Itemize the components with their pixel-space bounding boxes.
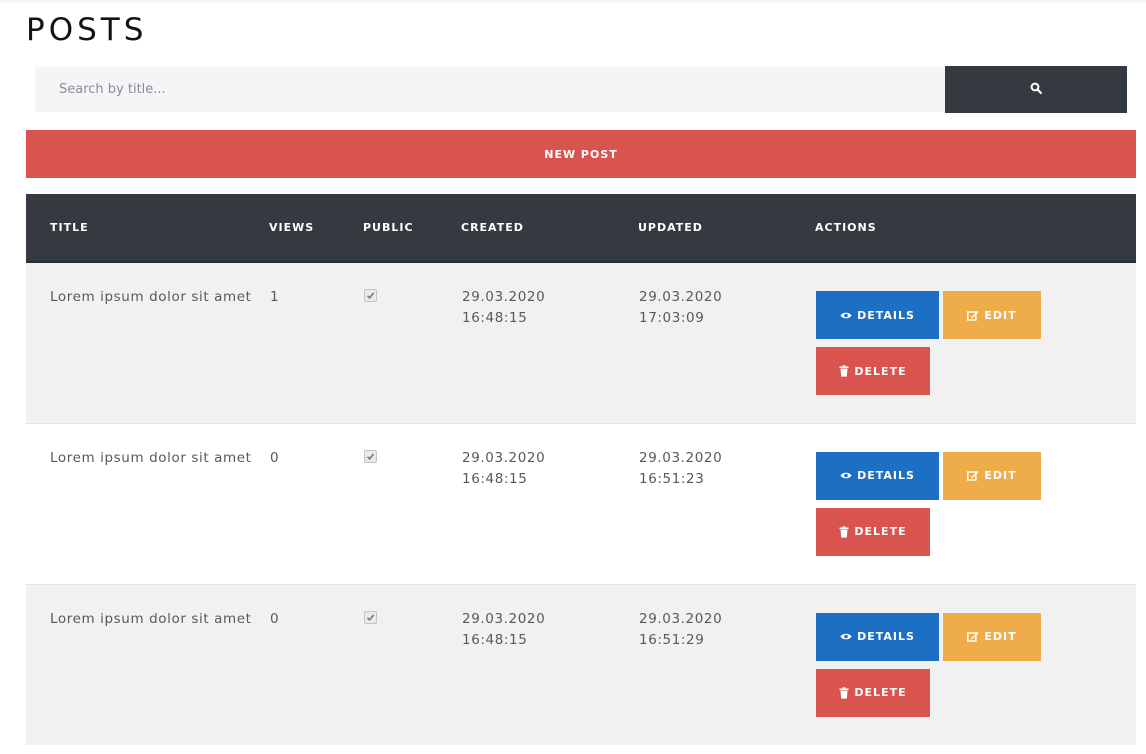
- public-checkbox[interactable]: [364, 610, 377, 624]
- created-time: 16:48:15: [462, 470, 528, 487]
- table-row: Lorem ipsum dolor sit amet 1 29.03.2020 …: [26, 261, 1136, 423]
- updated-date: 29.03.2020: [639, 289, 723, 305]
- post-updated-cell: 29.03.2020 16:51:23: [638, 422, 815, 584]
- row-actions: DETAILS EDIT DELETE: [816, 448, 1046, 556]
- created-time: 16:48:15: [462, 631, 528, 648]
- post-actions-cell: DETAILS EDIT DELETE: [815, 261, 1136, 423]
- column-header-created: CREATED: [461, 194, 638, 263]
- search-button[interactable]: [945, 66, 1127, 113]
- column-header-public: PUBLIC: [363, 194, 461, 263]
- post-created-cell: 29.03.2020 16:48:15: [461, 261, 638, 423]
- edit-label: EDIT: [984, 630, 1017, 643]
- edit-label: EDIT: [984, 469, 1017, 482]
- public-checkbox[interactable]: [364, 289, 377, 302]
- details-button[interactable]: DETAILS: [816, 451, 939, 500]
- updated-time: 16:51:23: [639, 470, 705, 487]
- search-bar: [35, 66, 1127, 113]
- post-public-cell: [363, 583, 461, 745]
- details-button[interactable]: DETAILS: [816, 612, 939, 661]
- eye-icon: [840, 312, 852, 318]
- post-updated-cell: 29.03.2020 16:51:29: [638, 583, 815, 745]
- delete-label: DELETE: [854, 686, 907, 699]
- updated-date: 29.03.2020: [639, 610, 723, 627]
- posts-table: TITLE VIEWS PUBLIC CREATED UPDATED ACTIO…: [26, 194, 1136, 745]
- updated-date: 29.03.2020: [639, 449, 723, 466]
- eye-icon: [840, 633, 852, 640]
- post-views-cell: 0: [269, 583, 363, 745]
- column-header-actions: ACTIONS: [815, 194, 1136, 263]
- post-views-cell: 0: [269, 422, 363, 584]
- posts-page: POSTS NEW POST TITLE VIEWS PUBLIC CREATE…: [0, 0, 1146, 754]
- delete-button[interactable]: DELETE: [816, 668, 930, 717]
- created-date: 29.03.2020: [462, 289, 546, 305]
- table-row: Lorem ipsum dolor sit amet 0 29.03.2020 …: [26, 583, 1136, 745]
- edit-icon: [967, 632, 979, 642]
- column-header-views: VIEWS: [269, 194, 363, 263]
- search-input[interactable]: [35, 67, 945, 112]
- table-header: TITLE VIEWS PUBLIC CREATED UPDATED ACTIO…: [26, 194, 1136, 263]
- new-post-button[interactable]: NEW POST: [26, 130, 1136, 178]
- trash-icon: [839, 365, 849, 377]
- details-button[interactable]: DETAILS: [816, 291, 939, 339]
- public-checkbox[interactable]: [364, 449, 377, 463]
- created-date: 29.03.2020: [462, 610, 546, 627]
- post-created-cell: 29.03.2020 16:48:15: [461, 583, 638, 745]
- post-views-cell: 1: [269, 261, 363, 423]
- edit-button[interactable]: EDIT: [943, 612, 1041, 661]
- details-label: DETAILS: [857, 469, 915, 482]
- edit-icon: [967, 310, 979, 321]
- check-icon: [366, 452, 375, 460]
- post-actions-cell: DETAILS EDIT DELETE: [815, 583, 1136, 745]
- post-created-cell: 29.03.2020 16:48:15: [461, 422, 638, 584]
- trash-icon: [839, 525, 849, 538]
- table-row: Lorem ipsum dolor sit amet 0 29.03.2020 …: [26, 422, 1136, 584]
- row-actions: DETAILS EDIT DELETE: [816, 287, 1046, 395]
- post-title-cell: Lorem ipsum dolor sit amet: [26, 261, 269, 423]
- post-title-cell: Lorem ipsum dolor sit amet: [26, 422, 269, 584]
- post-updated-cell: 29.03.2020 17:03:09: [638, 261, 815, 423]
- updated-time: 16:51:29: [639, 631, 705, 648]
- table-body: Lorem ipsum dolor sit amet 1 29.03.2020 …: [26, 261, 1136, 745]
- delete-label: DELETE: [854, 525, 907, 538]
- row-actions: DETAILS EDIT DELETE: [816, 609, 1046, 717]
- edit-label: EDIT: [984, 308, 1017, 322]
- delete-button[interactable]: DELETE: [816, 507, 930, 556]
- details-label: DETAILS: [857, 630, 915, 643]
- column-header-updated: UPDATED: [638, 194, 815, 263]
- created-time: 16:48:15: [462, 310, 528, 326]
- edit-icon: [967, 471, 979, 481]
- check-icon: [366, 292, 375, 299]
- column-header-title: TITLE: [26, 194, 269, 263]
- eye-icon: [840, 472, 852, 479]
- delete-button[interactable]: DELETE: [816, 347, 930, 395]
- delete-label: DELETE: [854, 364, 907, 378]
- page-title: POSTS: [26, 12, 148, 48]
- post-actions-cell: DETAILS EDIT DELETE: [815, 422, 1136, 584]
- edit-button[interactable]: EDIT: [943, 291, 1041, 339]
- check-icon: [366, 613, 375, 621]
- edit-button[interactable]: EDIT: [943, 451, 1041, 500]
- updated-time: 17:03:09: [639, 310, 705, 326]
- created-date: 29.03.2020: [462, 449, 546, 466]
- post-title-cell: Lorem ipsum dolor sit amet: [26, 583, 269, 745]
- search-icon: [1030, 82, 1043, 97]
- top-strip: [0, 0, 1146, 4]
- post-public-cell: [363, 422, 461, 584]
- trash-icon: [839, 686, 849, 699]
- post-public-cell: [363, 261, 461, 423]
- details-label: DETAILS: [857, 308, 915, 322]
